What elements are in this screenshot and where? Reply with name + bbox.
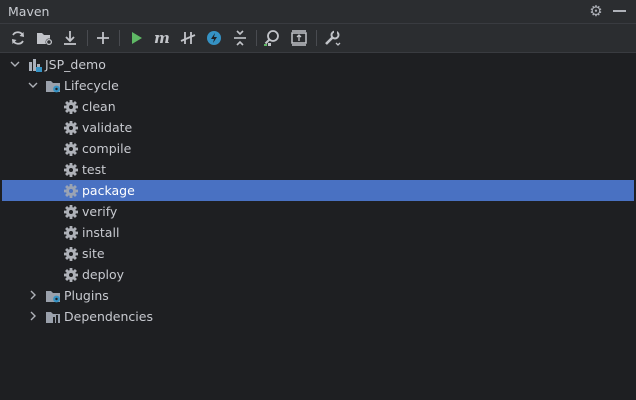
tree-item-project[interactable]: JSP_demo xyxy=(2,54,634,75)
maven-project-tree: JSP_demo Lifecycle clean validate compile t… xyxy=(0,53,636,400)
goal-label: package xyxy=(82,183,135,198)
plugins-label: Plugins xyxy=(64,288,109,303)
tree-item-goal[interactable]: compile xyxy=(2,138,634,159)
tree-item-goal[interactable]: verify xyxy=(2,201,634,222)
gear-icon xyxy=(63,99,79,115)
tool-window-header: Maven ⚙ xyxy=(0,0,636,24)
tree-item-goal[interactable]: install xyxy=(2,222,634,243)
chevron-right-icon[interactable] xyxy=(28,311,38,321)
gear-icon xyxy=(63,204,79,220)
goal-label: compile xyxy=(82,141,132,156)
goal-label: clean xyxy=(82,99,116,114)
gear-icon xyxy=(63,183,79,199)
download-icon[interactable] xyxy=(60,28,80,48)
lifecycle-label: Lifecycle xyxy=(64,78,119,93)
dependencies-label: Dependencies xyxy=(64,309,153,324)
toolbar-separator xyxy=(256,30,257,46)
chevron-down-icon[interactable] xyxy=(10,59,20,69)
tree-item-goal[interactable]: validate xyxy=(2,117,634,138)
tree-item-lifecycle[interactable]: Lifecycle xyxy=(2,75,634,96)
offline-icon[interactable] xyxy=(204,28,224,48)
maven-project-icon xyxy=(27,57,43,73)
toolbar-separator xyxy=(119,30,120,46)
goal-label: test xyxy=(82,162,107,177)
gear-icon xyxy=(63,162,79,178)
goal-label: verify xyxy=(82,204,118,219)
gear-icon xyxy=(63,225,79,241)
gear-icon[interactable]: ⚙ xyxy=(588,2,604,20)
tree-item-dependencies[interactable]: Dependencies xyxy=(2,306,634,327)
goal-label: site xyxy=(82,246,105,261)
minimize-icon[interactable] xyxy=(613,10,626,12)
reload-icon[interactable] xyxy=(8,28,28,48)
svg-text:m: m xyxy=(154,29,170,47)
run-icon[interactable] xyxy=(126,28,146,48)
gear-icon xyxy=(63,267,79,283)
plugins-folder-icon xyxy=(45,288,61,304)
maven-toolbar: m xyxy=(0,24,636,53)
collapse-icon[interactable] xyxy=(230,28,250,48)
tree-item-goal[interactable]: deploy xyxy=(2,264,634,285)
tree-item-goal[interactable]: clean xyxy=(2,96,634,117)
project-name: JSP_demo xyxy=(45,57,106,72)
expand-icon[interactable] xyxy=(289,28,309,48)
tree-item-goal[interactable]: test xyxy=(2,159,634,180)
gear-icon xyxy=(63,246,79,262)
chevron-down-icon[interactable] xyxy=(28,80,38,90)
add-icon[interactable] xyxy=(93,28,113,48)
lifecycle-folder-icon xyxy=(45,78,61,94)
settings-wrench-icon[interactable] xyxy=(322,28,342,48)
gear-icon xyxy=(63,141,79,157)
dependencies-folder-icon xyxy=(45,309,61,325)
chevron-right-icon[interactable] xyxy=(28,290,38,300)
analyze-icon[interactable] xyxy=(262,28,282,48)
tool-window-title: Maven xyxy=(8,4,50,19)
toolbar-separator xyxy=(87,30,88,46)
goal-label: validate xyxy=(82,120,133,135)
toolbar-separator xyxy=(316,30,317,46)
goal-label: deploy xyxy=(82,267,125,282)
skip-tests-icon[interactable] xyxy=(178,28,198,48)
generate-sources-icon[interactable] xyxy=(34,28,54,48)
goal-label: install xyxy=(82,225,120,240)
maven-goal-icon[interactable]: m xyxy=(152,28,172,48)
tree-item-goal[interactable]: site xyxy=(2,243,634,264)
tree-item-goal[interactable]: package xyxy=(2,180,634,201)
gear-icon xyxy=(63,120,79,136)
tree-item-plugins[interactable]: Plugins xyxy=(2,285,634,306)
